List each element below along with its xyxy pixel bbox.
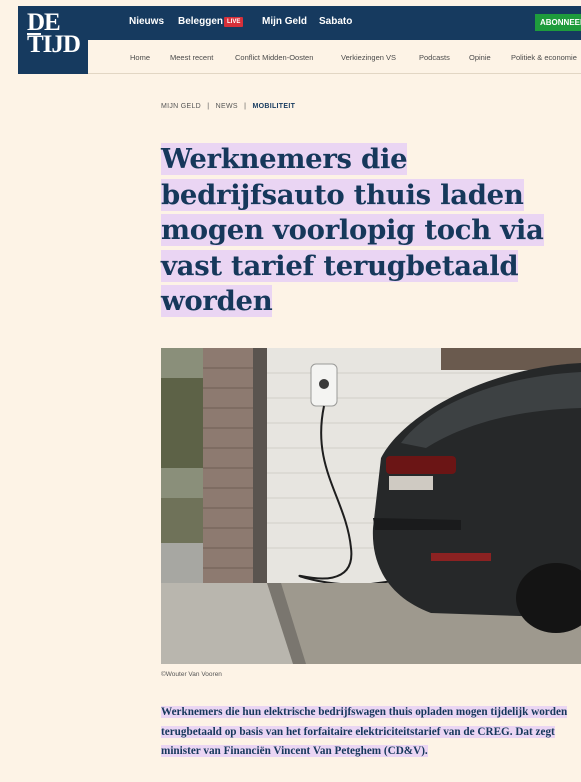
headline-text: Werknemers die bedrijfsauto thuis laden … (161, 143, 544, 317)
subnav-home[interactable]: Home (130, 53, 150, 62)
nav-nieuws[interactable]: Nieuws (129, 16, 164, 27)
subnav-podcasts[interactable]: Podcasts (419, 53, 450, 62)
subnav-verkiezingen[interactable]: Verkiezingen VS (341, 53, 396, 62)
main-nav: Nieuws Beleggen LIVE Mijn Geld Sabato AB… (88, 6, 581, 40)
site-header: DE TIJD Nieuws Beleggen LIVE Mijn Geld S… (0, 0, 581, 74)
nav-mijn-geld[interactable]: Mijn Geld (262, 16, 307, 27)
photo-credit: ©Wouter Van Vooren (161, 671, 222, 678)
subnav-politiek[interactable]: Politiek & economie (511, 53, 577, 62)
sub-nav: Home Meest recent Conflict Midden-Oosten… (88, 40, 581, 74)
breadcrumb-separator: | (244, 103, 247, 110)
breadcrumb-news[interactable]: NEWS (216, 103, 238, 110)
article-headline: Werknemers die bedrijfsauto thuis laden … (161, 142, 571, 320)
breadcrumb: MIJN GELD | NEWS | MOBILITEIT (161, 103, 295, 110)
nav-sabato[interactable]: Sabato (319, 16, 352, 27)
lead-text: Werknemers die hun elektrische bedrijfsw… (161, 706, 568, 757)
subscribe-button[interactable]: ABONNEER (535, 14, 581, 31)
breadcrumb-separator: | (207, 103, 210, 110)
article-photo (161, 348, 581, 664)
article-lead: Werknemers die hun elektrische bedrijfsw… (161, 703, 573, 762)
subnav-meest-recent[interactable]: Meest recent (170, 53, 213, 62)
photo-garage-ev-charging (161, 348, 581, 664)
subnav-opinie[interactable]: Opinie (469, 53, 491, 62)
breadcrumb-mobiliteit[interactable]: MOBILITEIT (253, 103, 296, 110)
de-tijd-logo[interactable]: DE TIJD (18, 6, 88, 74)
nav-beleggen[interactable]: Beleggen (178, 16, 223, 27)
live-badge: LIVE (224, 17, 244, 27)
logo-line-2: TIJD (27, 31, 81, 58)
subnav-conflict[interactable]: Conflict Midden-Oosten (235, 53, 313, 62)
breadcrumb-mijn-geld[interactable]: MIJN GELD (161, 103, 201, 110)
